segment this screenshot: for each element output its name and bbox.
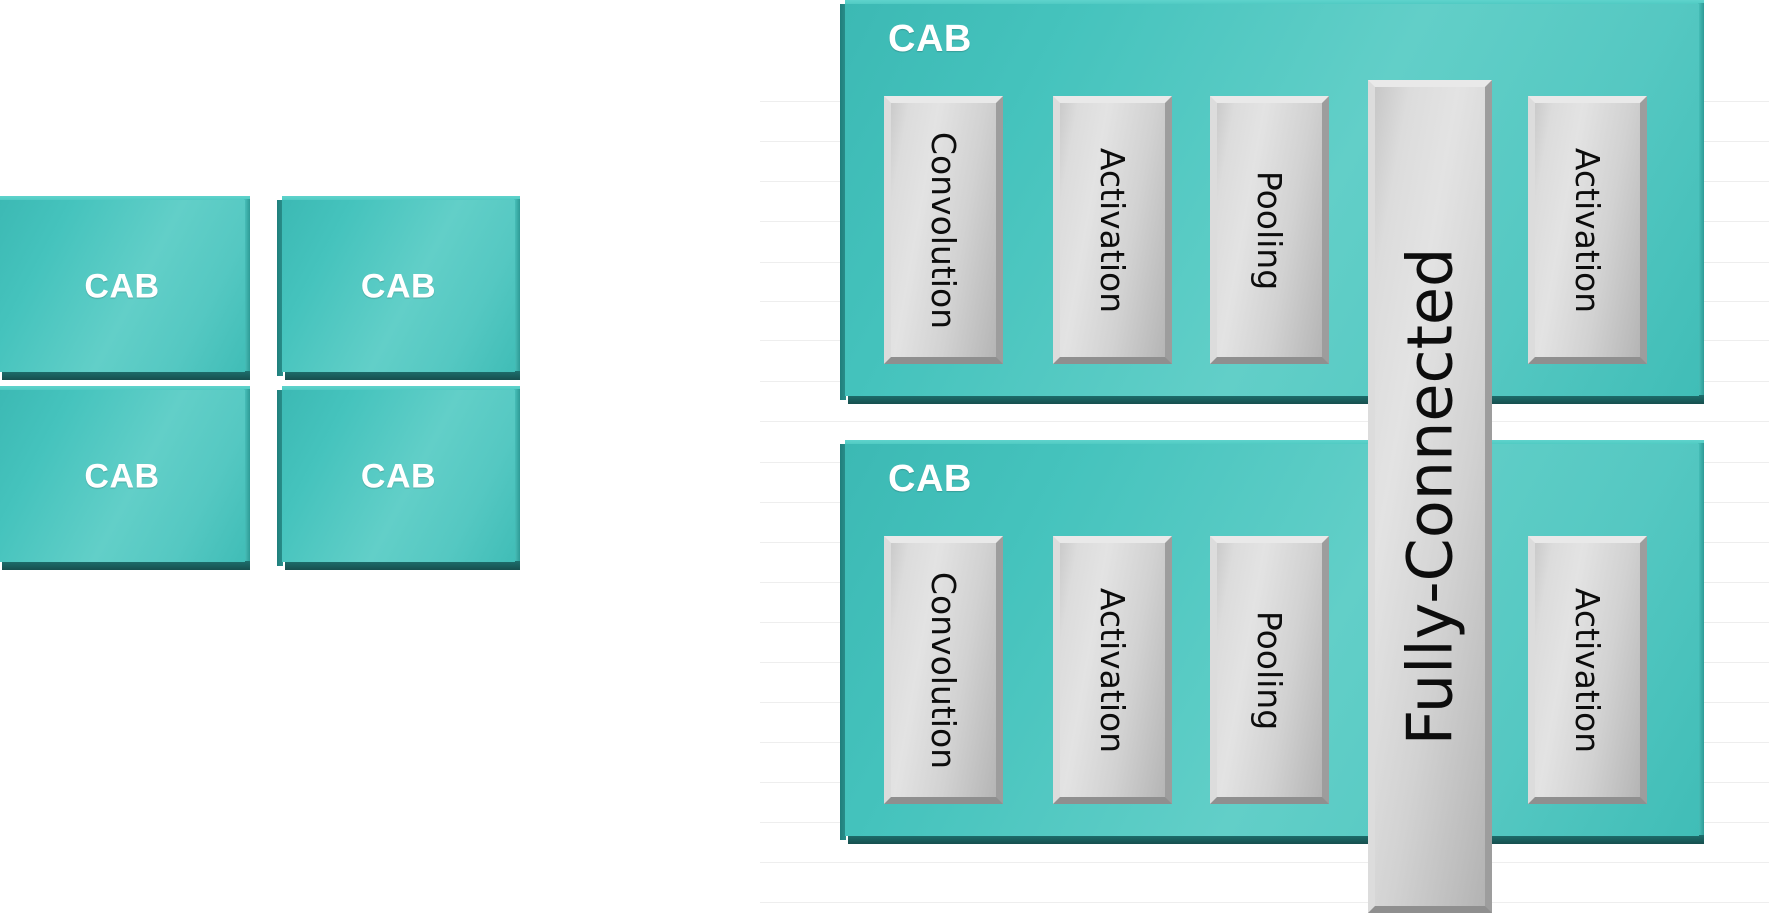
container-bottom-edge (848, 395, 1704, 404)
cab-block-label: CAB (84, 267, 160, 306)
module-label: Activation (1093, 147, 1132, 313)
block-bottom-edge (2, 371, 250, 380)
block-bottom-edge (2, 561, 250, 570)
module-label: Pooling (1250, 610, 1289, 730)
block-bottom-edge (285, 561, 520, 570)
cab-block-2[interactable]: CAB (277, 196, 520, 380)
diagram-canvas: CAB CAB CAB CAB CAB Convolution Activati… (0, 0, 1769, 920)
module-activation-1a[interactable]: Activation (1053, 96, 1172, 364)
module-label: Convolution (924, 571, 964, 769)
module-fully-connected[interactable]: Fully-Connected (1368, 80, 1492, 913)
module-activation-2b[interactable]: Activation (1528, 536, 1647, 804)
module-activation-1b[interactable]: Activation (1528, 96, 1647, 364)
cab-container-label: CAB (888, 18, 972, 60)
module-label: Activation (1568, 587, 1607, 753)
module-label-wrap: Activation (1528, 536, 1647, 804)
cab-block-label: CAB (84, 457, 160, 496)
gridline (760, 862, 1769, 863)
module-label-wrap: Pooling (1210, 96, 1329, 364)
module-label-wrap: Convolution (884, 536, 1003, 804)
module-activation-2a[interactable]: Activation (1053, 536, 1172, 804)
cab-block-label: CAB (360, 267, 437, 306)
module-convolution-2[interactable]: Convolution (884, 536, 1003, 804)
gridline (760, 421, 1769, 422)
cab-block-label: CAB (360, 457, 437, 496)
module-label: Activation (1568, 147, 1607, 313)
container-bottom-edge (848, 835, 1704, 844)
cab-container-label: CAB (888, 458, 972, 500)
module-label-wrap: Convolution (884, 96, 1003, 364)
cab-block-1[interactable]: CAB (0, 196, 250, 380)
module-convolution-1[interactable]: Convolution (884, 96, 1003, 364)
module-label-wrap: Fully-Connected (1368, 80, 1492, 913)
module-label-wrap: Activation (1528, 96, 1647, 364)
module-pooling-1[interactable]: Pooling (1210, 96, 1329, 364)
module-label-wrap: Activation (1053, 536, 1172, 804)
module-pooling-2[interactable]: Pooling (1210, 536, 1329, 804)
cab-block-3[interactable]: CAB (0, 386, 250, 570)
module-label: Fully-Connected (1393, 247, 1467, 746)
module-label-wrap: Activation (1053, 96, 1172, 364)
module-label: Convolution (924, 131, 964, 329)
gridline (760, 902, 1769, 903)
module-label: Activation (1093, 587, 1132, 753)
module-label-wrap: Pooling (1210, 536, 1329, 804)
cab-block-4[interactable]: CAB (277, 386, 520, 570)
block-bottom-edge (285, 371, 520, 380)
module-label: Pooling (1250, 170, 1289, 290)
